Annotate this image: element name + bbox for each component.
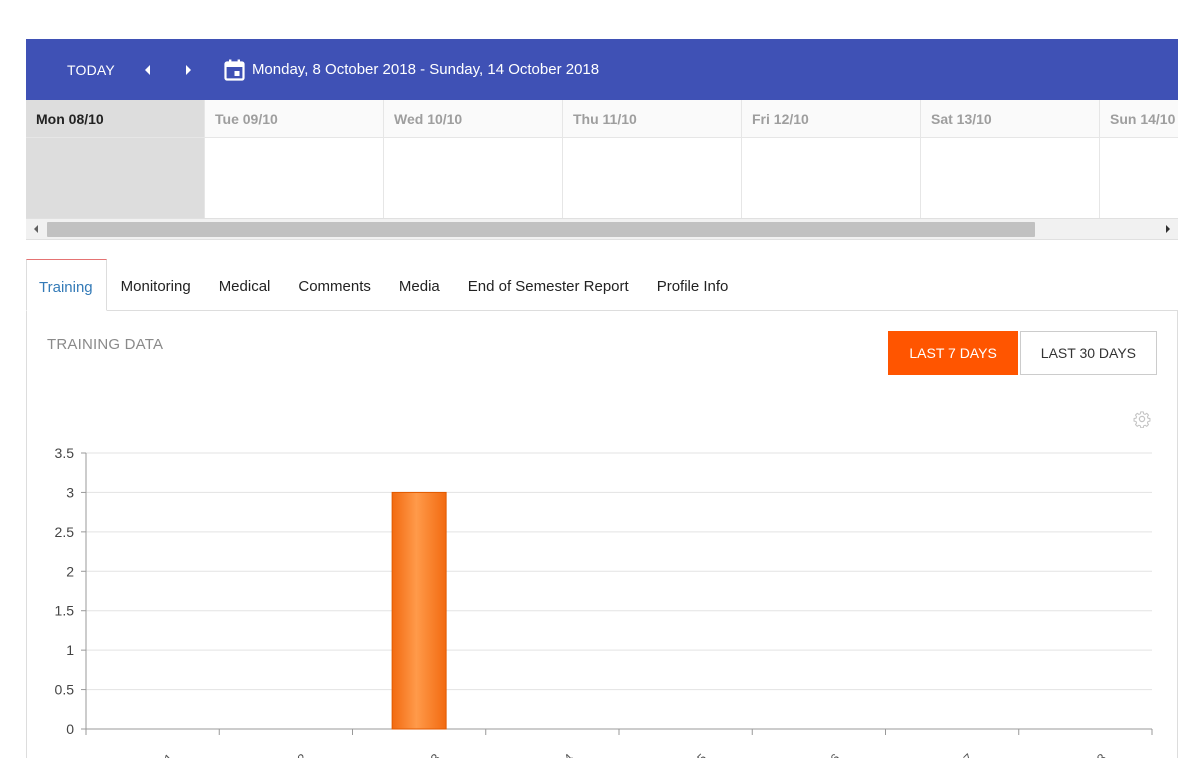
x-tick-label: 8 <box>1094 751 1110 758</box>
gear-icon[interactable] <box>1133 410 1151 428</box>
tab-end-of-semester-report[interactable]: End of Semester Report <box>454 259 643 311</box>
day-header[interactable]: Sun 14/10 <box>1100 100 1178 137</box>
tab-comments[interactable]: Comments <box>284 259 385 311</box>
day-header-row: Mon 08/10 Tue 09/10 Wed 10/10 Thu 11/10 … <box>26 100 1178 138</box>
x-tick-label: 1 <box>161 751 177 758</box>
x-tick-label: 3 <box>428 751 444 758</box>
y-tick-label: 1 <box>66 642 74 658</box>
day-header[interactable]: Thu 11/10 <box>563 100 742 137</box>
date-range-label[interactable]: Monday, 8 October 2018 - Sunday, 14 Octo… <box>252 61 599 78</box>
x-tick-label: 4 <box>561 751 577 758</box>
y-tick-label: 2.5 <box>55 524 75 540</box>
tab-training[interactable]: Training <box>26 259 107 311</box>
y-tick-label: 3.5 <box>55 445 75 461</box>
horizontal-scrollbar[interactable] <box>26 218 1178 240</box>
training-panel: 0 0.5 1 1.5 2 2.5 3 3.5 1 2 3 4 5 6 7 8 TRAINING DATA L… <box>26 311 1178 758</box>
day-slot[interactable] <box>921 138 1100 218</box>
day-slot[interactable] <box>563 138 742 218</box>
scheduler-toolbar: TODAY Monday, 8 October 2018 - Sunday, 1… <box>26 39 1178 100</box>
day-header[interactable]: Wed 10/10 <box>384 100 563 137</box>
y-tick-label: 1.5 <box>55 603 75 619</box>
x-tick-label: 2 <box>294 751 310 758</box>
panel-title: TRAINING DATA <box>47 336 164 353</box>
tab-bar: Training Monitoring Medical Comments Med… <box>26 259 1178 311</box>
bar <box>391 491 447 730</box>
x-tick-label: 7 <box>961 751 977 758</box>
range-button-group: LAST 7 DAYS LAST 30 DAYS <box>888 331 1157 375</box>
tab-monitoring[interactable]: Monitoring <box>107 259 205 311</box>
y-tick-label: 2 <box>66 563 74 579</box>
day-header[interactable]: Sat 13/10 <box>921 100 1100 137</box>
chevron-right-icon <box>185 64 191 75</box>
today-button[interactable]: TODAY <box>67 62 115 78</box>
day-slot[interactable] <box>742 138 921 218</box>
calendar-icon[interactable] <box>224 59 246 81</box>
day-header[interactable]: Tue 09/10 <box>205 100 384 137</box>
day-slot[interactable] <box>1100 138 1178 218</box>
tab-profile-info[interactable]: Profile Info <box>643 259 743 311</box>
day-body-row <box>26 138 1178 218</box>
y-tick-label: 0 <box>66 721 74 737</box>
day-slot[interactable] <box>384 138 563 218</box>
tab-media[interactable]: Media <box>385 259 454 311</box>
y-tick-label: 0.5 <box>55 682 75 698</box>
tab-medical[interactable]: Medical <box>205 259 285 311</box>
next-week-button[interactable] <box>179 61 197 79</box>
scrollbar-thumb[interactable] <box>47 222 1035 237</box>
y-tick-label: 3 <box>66 484 74 500</box>
scroll-right-icon[interactable] <box>1164 224 1172 234</box>
day-header[interactable]: Mon 08/10 <box>26 100 205 137</box>
day-slot[interactable] <box>205 138 384 218</box>
day-header[interactable]: Fri 12/10 <box>742 100 921 137</box>
last-7-days-button[interactable]: LAST 7 DAYS <box>888 331 1018 375</box>
x-tick-label: 6 <box>827 751 843 758</box>
chevron-left-icon <box>144 64 150 75</box>
training-chart: 0 0.5 1 1.5 2 2.5 3 3.5 1 2 3 4 5 6 7 8 <box>55 445 1153 758</box>
previous-week-button[interactable] <box>139 61 157 79</box>
scroll-left-icon[interactable] <box>32 224 40 234</box>
x-tick-label: 5 <box>694 751 710 758</box>
day-slot[interactable] <box>26 138 205 218</box>
last-30-days-button[interactable]: LAST 30 DAYS <box>1019 331 1157 375</box>
